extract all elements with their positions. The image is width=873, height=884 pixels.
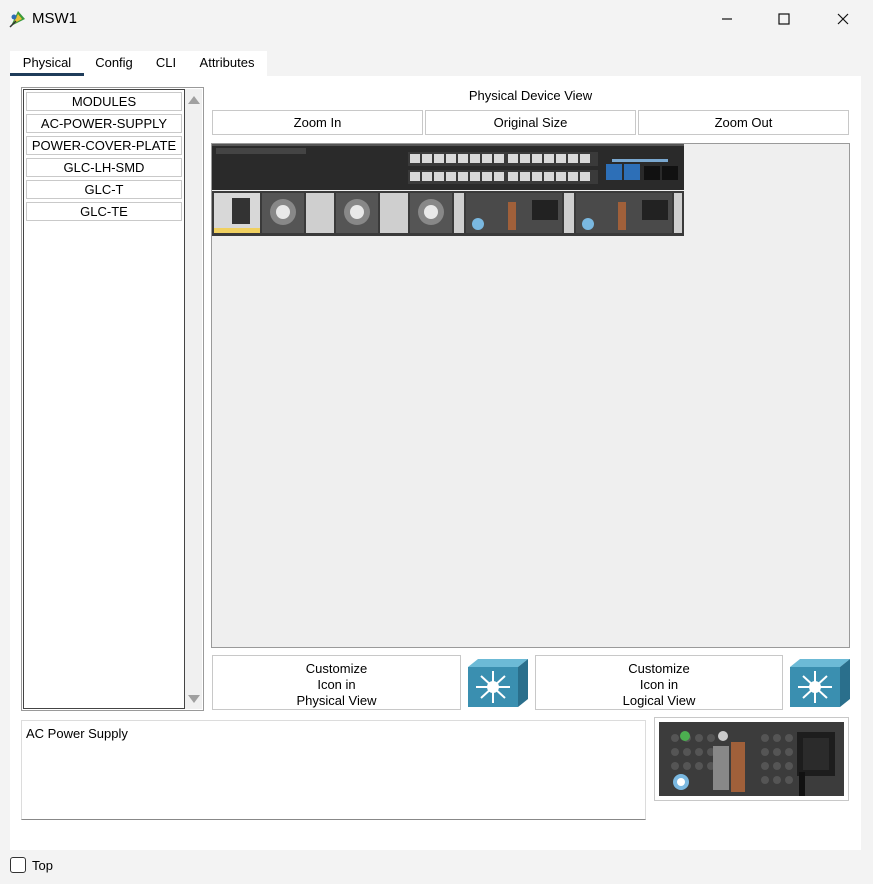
customize-physical-icon-button[interactable]: Customize Icon in Physical View <box>212 655 461 710</box>
minimize-icon <box>722 18 732 20</box>
scroll-up-icon[interactable] <box>188 96 200 104</box>
tab-config[interactable]: Config <box>90 51 138 76</box>
scroll-down-icon[interactable] <box>188 695 200 703</box>
module-item-glc-te[interactable]: GLC-TE <box>26 202 182 221</box>
tab-bar: Physical Config CLI Attributes <box>10 51 267 76</box>
tab-attributes[interactable]: Attributes <box>194 51 260 76</box>
module-item-glc-t[interactable]: GLC-T <box>26 180 182 199</box>
module-list: MODULES AC-POWER-SUPPLY POWER-COVER-PLAT… <box>21 87 204 711</box>
multilayer-switch-logical-icon <box>790 659 850 707</box>
multilayer-switch-icon <box>468 659 528 707</box>
maximize-icon <box>778 13 790 25</box>
customize-logical-line1: Customize <box>628 661 690 676</box>
module-description: AC Power Supply <box>21 720 646 820</box>
tab-physical[interactable]: Physical <box>10 51 84 76</box>
top-checkbox[interactable] <box>10 857 26 873</box>
module-list-inner: MODULES AC-POWER-SUPPLY POWER-COVER-PLAT… <box>23 89 185 709</box>
module-preview <box>654 717 849 801</box>
customize-physical-line2: Icon in <box>317 677 356 692</box>
minimize-button[interactable] <box>704 0 750 38</box>
device-view-canvas[interactable] <box>211 143 850 648</box>
module-item-modules[interactable]: MODULES <box>26 92 182 111</box>
customize-logical-line3: Logical View <box>622 693 696 708</box>
zoom-in-button[interactable]: Zoom In <box>212 110 423 135</box>
original-size-button[interactable]: Original Size <box>425 110 636 135</box>
customize-physical-line1: Customize <box>305 661 368 676</box>
packet-tracer-app-icon <box>9 11 25 28</box>
customize-physical-line3: Physical View <box>296 693 377 708</box>
module-item-glc-lh-smd[interactable]: GLC-LH-SMD <box>26 158 182 177</box>
power-supply-image <box>659 722 844 796</box>
close-icon <box>837 13 849 25</box>
physical-device-view-title: Physical Device View <box>468 88 593 103</box>
close-button[interactable] <box>820 0 866 38</box>
module-item-ac-power-supply[interactable]: AC-POWER-SUPPLY <box>26 114 182 133</box>
top-checkbox-label[interactable]: Top <box>32 858 53 873</box>
window-title: MSW1 <box>32 10 77 27</box>
customize-logical-icon-button[interactable]: Customize Icon in Logical View <box>535 655 783 710</box>
maximize-button[interactable] <box>761 0 807 38</box>
zoom-out-button[interactable]: Zoom Out <box>638 110 849 135</box>
title-bar: MSW1 <box>0 0 873 38</box>
tab-cli[interactable]: CLI <box>150 51 182 76</box>
customize-logical-line2: Icon in <box>639 677 679 692</box>
module-item-power-cover-plate[interactable]: POWER-COVER-PLATE <box>26 136 182 155</box>
switch-device-image[interactable] <box>212 144 684 236</box>
module-scrollbar[interactable] <box>185 89 202 709</box>
